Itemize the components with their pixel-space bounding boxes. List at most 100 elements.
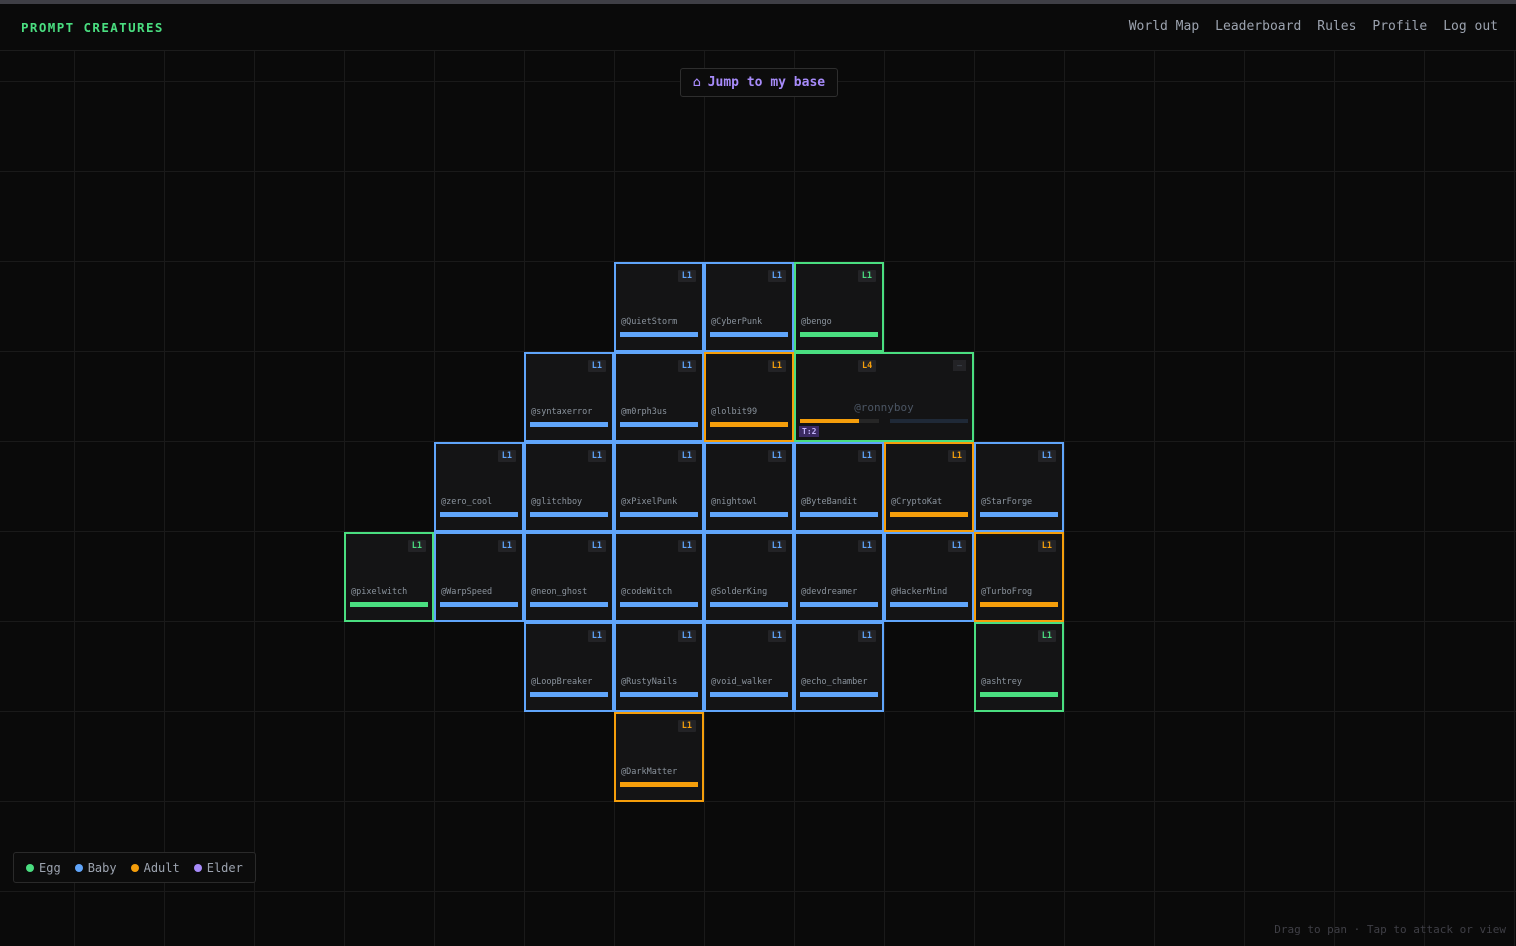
plot-owner: @pixelwitch xyxy=(351,587,408,597)
plot-tile[interactable]: L1 @devdreamer xyxy=(794,532,884,622)
legend-item-adult: Adult xyxy=(130,861,180,875)
plot-tile[interactable]: L1 @ashtrey xyxy=(974,622,1064,712)
health-bar-fill xyxy=(530,422,608,427)
plot-tile[interactable]: L1 @StarForge xyxy=(974,442,1064,532)
jump-to-base-label: Jump to my base xyxy=(707,75,826,90)
plot-owner: @codeWitch xyxy=(621,587,673,597)
plot-tile[interactable]: L1 @RustyNails xyxy=(614,622,704,712)
health-bar xyxy=(620,782,698,787)
health-bar xyxy=(350,602,428,607)
plot-tile[interactable]: L1 @WarpSpeed xyxy=(434,532,524,622)
world-map[interactable]: ⌂ Jump to my base L1 @QuietStorm L1 @CyberP… xyxy=(0,51,1516,946)
plot-tile[interactable]: L1 @CryptoKat xyxy=(884,442,974,532)
health-bar xyxy=(980,602,1058,607)
level-badge: L1 xyxy=(587,360,606,372)
plot-tile[interactable]: L1 @neon_ghost xyxy=(524,532,614,622)
plot-owner: @void_walker xyxy=(711,677,773,687)
plot-tile[interactable]: L1 @echo_chamber xyxy=(794,622,884,712)
plot-tile[interactable]: L1 @DarkMatter xyxy=(614,712,704,802)
timer-badge: T:2 xyxy=(799,426,820,437)
health-bar-fill xyxy=(530,692,608,697)
plot-tile[interactable]: L1 @LoopBreaker xyxy=(524,622,614,712)
plot-tile[interactable]: L1 @QuietStorm xyxy=(614,262,704,352)
plot-owner: @ashtrey xyxy=(981,677,1022,687)
plot-tile[interactable]: L1 @m0rph3us xyxy=(614,352,704,442)
level-badge: L1 xyxy=(497,540,516,552)
health-bar-fill xyxy=(620,782,698,787)
level-badge: L1 xyxy=(767,270,786,282)
plot-tile[interactable]: L1 @zero_cool xyxy=(434,442,524,532)
health-bar-fill xyxy=(620,602,698,607)
nav-rules[interactable]: Rules xyxy=(1317,19,1356,34)
level-badge: L1 xyxy=(947,540,966,552)
plot-owner: @ronnyboy xyxy=(854,401,914,414)
level-badge: L1 xyxy=(497,450,516,462)
plot-tile[interactable]: L1 @nightowl xyxy=(704,442,794,532)
health-bar-fill xyxy=(530,512,608,517)
nav-leaderboard[interactable]: Leaderboard xyxy=(1215,19,1301,34)
plot-owner: @DarkMatter xyxy=(621,767,678,777)
health-bar-fill xyxy=(440,512,518,517)
health-bar xyxy=(620,602,698,607)
plot-tile[interactable]: L1 @TurboFrog xyxy=(974,532,1064,622)
level-badge: L1 xyxy=(677,450,696,462)
health-bar-fill xyxy=(710,422,788,427)
secondary-bar xyxy=(890,419,968,423)
plot-tile[interactable]: L1 @glitchboy xyxy=(524,442,614,532)
plot-owner: @HackerMind xyxy=(891,587,948,597)
plot-tile[interactable]: L1 @CyberPunk xyxy=(704,262,794,352)
health-bar-fill xyxy=(800,512,878,517)
plot-owner: @WarpSpeed xyxy=(441,587,493,597)
plot-tile[interactable]: L1 @ByteBandit xyxy=(794,442,884,532)
grid-line xyxy=(164,51,165,946)
plot-owner: @StarForge xyxy=(981,497,1033,507)
plot-tile-large[interactable]: L4 — @ronnyboy T:2 xyxy=(794,352,974,442)
plot-tile[interactable]: L1 @xPixelPunk xyxy=(614,442,704,532)
health-bar-fill xyxy=(620,332,698,337)
health-bar xyxy=(530,422,608,427)
health-bar xyxy=(710,692,788,697)
health-bar xyxy=(530,692,608,697)
app-logo[interactable]: PROMPT CREATURES xyxy=(21,20,164,35)
health-bar xyxy=(440,602,518,607)
health-bar xyxy=(710,512,788,517)
health-bar xyxy=(800,419,879,423)
health-bar-fill xyxy=(980,692,1058,697)
health-bar xyxy=(530,602,608,607)
plot-tile[interactable]: L1 @lolbit99 xyxy=(704,352,794,442)
level-badge: L1 xyxy=(1037,630,1056,642)
level-badge: L1 xyxy=(587,630,606,642)
plot-tile[interactable]: L1 @codeWitch xyxy=(614,532,704,622)
health-bar xyxy=(980,512,1058,517)
jump-to-base-button[interactable]: ⌂ Jump to my base xyxy=(680,68,838,97)
health-bar-fill xyxy=(800,692,878,697)
nav-world-map[interactable]: World Map xyxy=(1129,19,1199,34)
health-bar-fill xyxy=(530,602,608,607)
plot-tile[interactable]: L1 @HackerMind xyxy=(884,532,974,622)
plot-tile[interactable]: L1 @bengo xyxy=(794,262,884,352)
nav-profile[interactable]: Profile xyxy=(1372,19,1427,34)
grid-line xyxy=(1424,51,1425,946)
empty-slot-badge: — xyxy=(953,360,966,371)
level-badge: L1 xyxy=(767,540,786,552)
health-bar-fill xyxy=(620,512,698,517)
plot-owner: @CryptoKat xyxy=(891,497,943,507)
level-badge: L1 xyxy=(1037,450,1056,462)
health-bar xyxy=(710,422,788,427)
health-bar-fill xyxy=(710,602,788,607)
grid-line xyxy=(1154,51,1155,946)
level-badge: L1 xyxy=(677,720,696,732)
plot-tile[interactable]: L1 @syntaxerror xyxy=(524,352,614,442)
plot-owner: @ByteBandit xyxy=(801,497,858,507)
plot-owner: @m0rph3us xyxy=(621,407,668,417)
health-bar-fill xyxy=(710,692,788,697)
plot-tile[interactable]: L1 @pixelwitch xyxy=(344,532,434,622)
health-bar xyxy=(800,692,878,697)
grid-line xyxy=(344,51,345,946)
plot-owner: @RustyNails xyxy=(621,677,678,687)
plot-owner: @TurboFrog xyxy=(981,587,1033,597)
nav-log-out[interactable]: Log out xyxy=(1443,19,1498,34)
plot-tile[interactable]: L1 @void_walker xyxy=(704,622,794,712)
plot-owner: @echo_chamber xyxy=(801,677,868,687)
plot-tile[interactable]: L1 @SolderKing xyxy=(704,532,794,622)
